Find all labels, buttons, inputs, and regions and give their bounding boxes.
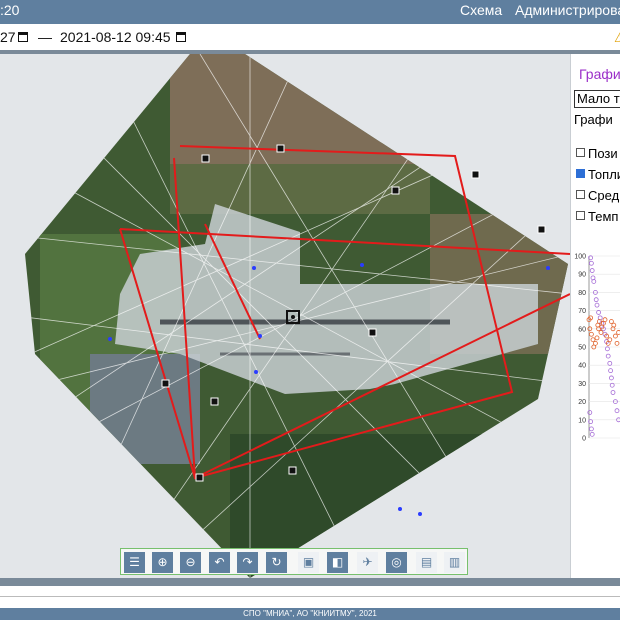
data-point (607, 360, 613, 366)
checkbox-label: Темп (588, 209, 619, 224)
redo-icon: ↷ (242, 555, 253, 569)
data-point (614, 340, 620, 346)
data-point (592, 340, 598, 346)
redo-button[interactable]: ↷ (237, 552, 258, 573)
data-point (593, 297, 599, 303)
y-tick-label: 70 (578, 308, 586, 315)
document-icon: ▤ (420, 555, 433, 569)
zoom-out-button[interactable]: ⊖ (180, 552, 201, 573)
data-point (609, 319, 614, 324)
undo-button[interactable]: ↶ (209, 552, 230, 573)
layers-icon: ◧ (331, 555, 344, 569)
nav-item-administration[interactable]: Администрирова (515, 2, 620, 18)
data-point (616, 330, 620, 335)
document-button[interactable]: ▤ (416, 552, 437, 573)
data-point (596, 310, 602, 315)
y-tick-label: 40 (578, 363, 586, 370)
target-icon: ◎ (391, 555, 402, 569)
data-point (594, 335, 600, 341)
y-tick-label: 60 (578, 326, 586, 333)
date-to-value[interactable]: 2021-08-12 09:45 (60, 29, 171, 45)
refresh-icon: ↻ (271, 555, 282, 569)
data-point (608, 368, 613, 374)
scatter-chart: 0 10 20 30 40 50 60 70 80 90 100 (574, 254, 620, 443)
data-point (588, 426, 594, 432)
bottom-strip (0, 578, 620, 586)
date-range-bar: 27 — 2021-08-12 09:45 (0, 24, 620, 51)
y-tick-label: 30 (578, 381, 586, 388)
data-point (610, 390, 616, 395)
y-tick-label: 80 (578, 290, 586, 297)
y-tick-label: 50 (578, 345, 586, 352)
checkbox-box[interactable] (576, 148, 585, 157)
undo-icon: ↶ (214, 555, 225, 569)
data-point (589, 268, 595, 273)
map-canvas[interactable] (0, 54, 570, 578)
footer: СПО "МНИА", АО "КНИИТМУ", 2021 (0, 608, 620, 620)
checkbox-box[interactable] (576, 190, 585, 199)
plane-button[interactable]: ✈ (357, 552, 378, 573)
chart-button[interactable]: ▥ (444, 552, 465, 573)
data-point (614, 408, 620, 414)
image-icon: ▣ (302, 555, 315, 569)
footer-divider (0, 596, 620, 597)
data-point (605, 346, 610, 352)
data-point (598, 330, 604, 335)
warning-icon[interactable]: ⚠ (614, 29, 620, 46)
data-point (587, 410, 593, 415)
refresh-button[interactable]: ↻ (266, 552, 287, 573)
checkbox-position[interactable]: Пози (576, 146, 618, 161)
y-tick-label: 10 (578, 417, 586, 424)
zoom-in-button[interactable]: ⊕ (152, 552, 173, 573)
data-point (607, 337, 613, 343)
map-toolbar: ☰ ⊕ ⊖ ↶ ↷ ↻ ▣ ◧ ✈ ◎ ▤ ▥ (120, 548, 468, 575)
calendar-icon[interactable] (18, 32, 28, 42)
plane-icon: ✈ (362, 555, 373, 569)
checkbox-label: Сред (588, 188, 620, 203)
checkbox-average[interactable]: Сред (576, 188, 619, 203)
checkbox-label: Топли (588, 167, 620, 182)
checkbox-fuel[interactable]: Топли (576, 167, 620, 182)
checkbox-label: Пози (588, 146, 618, 161)
clock: :20 (0, 2, 20, 18)
data-point (590, 337, 596, 343)
y-tick-label: 90 (578, 272, 586, 279)
data-point (602, 317, 608, 323)
date-range-dash: — (38, 29, 52, 45)
data-point (589, 431, 595, 437)
calendar-icon[interactable] (176, 32, 186, 42)
top-navigation-bar: :20 Схема Администрирова (0, 0, 620, 24)
graph-type-select[interactable]: Мало т (574, 90, 620, 108)
graph-tab-title[interactable]: Графи (579, 66, 620, 82)
checkbox-temperature[interactable]: Темп (576, 209, 618, 224)
target-button[interactable]: ◎ (386, 552, 407, 573)
data-point (594, 302, 600, 308)
y-tick-label: 20 (578, 399, 586, 406)
nav-item-schema[interactable]: Схема (460, 2, 502, 18)
image-button[interactable]: ▣ (298, 552, 319, 573)
data-point (613, 333, 618, 339)
y-tick-label: 100 (574, 254, 586, 261)
y-tick-label: 0 (582, 436, 586, 443)
zoom-out-icon: ⊖ (185, 555, 196, 569)
zoom-in-icon: ⊕ (157, 555, 168, 569)
data-point (605, 353, 611, 359)
list-icon: ☰ (129, 555, 140, 569)
bar-chart-icon: ▥ (448, 555, 461, 569)
data-point (609, 375, 614, 381)
layers-button[interactable]: ◧ (327, 552, 348, 573)
data-point (588, 331, 594, 337)
footer-copyright: СПО "МНИА", АО "КНИИТМУ", 2021 (243, 609, 377, 618)
map-view[interactable]: ☰ ⊕ ⊖ ↶ ↷ ↻ ▣ ◧ ✈ ◎ ▤ ▥ (0, 54, 570, 578)
data-point (609, 382, 615, 388)
graph-label: Графи (574, 112, 613, 127)
checkbox-box[interactable] (576, 169, 585, 178)
list-button[interactable]: ☰ (124, 552, 145, 573)
date-from-value[interactable]: 27 (0, 29, 16, 45)
data-point (588, 260, 594, 266)
graph-panel: Графи Мало т Графи Пози Топли Сред Темп … (570, 54, 620, 578)
checkbox-box[interactable] (576, 211, 585, 220)
